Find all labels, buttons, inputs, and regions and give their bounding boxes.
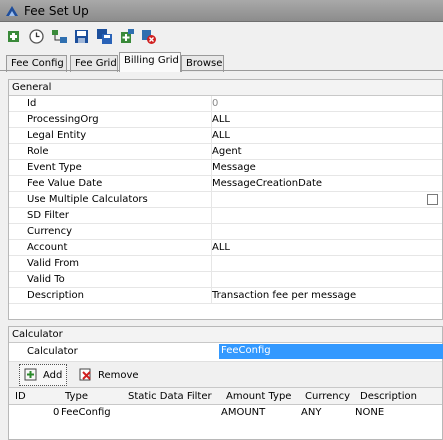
calculator-actions: Add Remove xyxy=(9,361,442,387)
property-value[interactable]: MessageCreationDate xyxy=(212,178,322,189)
clock-icon[interactable] xyxy=(28,28,45,45)
use-multiple-calculators-checkbox[interactable] xyxy=(427,194,438,205)
new-icon[interactable] xyxy=(118,28,135,45)
property-value[interactable]: ALL xyxy=(212,242,230,253)
cell-id: 0 xyxy=(53,407,60,418)
property-row[interactable]: Account ALL xyxy=(9,240,442,256)
property-row[interactable]: Valid To xyxy=(9,272,442,288)
property-value[interactable]: Transaction fee per message xyxy=(212,290,356,301)
property-value[interactable]: ALL xyxy=(212,130,230,141)
tab-billing-grid[interactable]: Billing Grid xyxy=(119,52,181,72)
column-divider xyxy=(211,208,212,224)
property-label: SD Filter xyxy=(27,210,69,221)
save-all-icon[interactable] xyxy=(96,28,113,45)
property-label: Fee Value Date xyxy=(27,178,103,189)
remove-icon xyxy=(79,368,91,381)
title-bar: Fee Set Up xyxy=(0,0,443,22)
property-label: Use Multiple Calculators xyxy=(27,194,148,205)
property-row[interactable]: Legal Entity ALL xyxy=(9,128,442,144)
tree-icon[interactable] xyxy=(51,28,68,45)
property-row[interactable]: Id 0 xyxy=(9,96,442,112)
general-properties: Id 0 ProcessingOrg ALL Legal Entity ALL Role Ag… xyxy=(9,96,442,304)
calculator-panel: Calculator Calculator FeeConfig Add Remo… xyxy=(8,326,443,440)
general-panel: General Id 0 ProcessingOrg ALL Legal Entity A… xyxy=(8,79,443,320)
calculator-row: Calculator FeeConfig xyxy=(9,343,443,361)
tab-divider xyxy=(0,70,443,71)
calculator-label: Calculator xyxy=(27,346,78,357)
column-divider xyxy=(211,256,212,272)
property-label: Currency xyxy=(27,226,73,237)
calculator-select[interactable]: FeeConfig xyxy=(219,344,443,359)
remove-button[interactable]: Remove xyxy=(75,364,143,386)
property-value[interactable]: Agent xyxy=(212,146,242,157)
property-row[interactable]: Role Agent xyxy=(9,144,442,160)
property-row[interactable]: Currency xyxy=(9,224,442,240)
app-icon xyxy=(6,6,18,16)
property-label: ProcessingOrg xyxy=(27,114,99,125)
property-label: Id xyxy=(27,98,37,109)
general-header: General xyxy=(9,80,442,96)
column-header-id[interactable]: ID xyxy=(15,391,26,402)
calculator-header: Calculator xyxy=(9,327,442,343)
toolbar xyxy=(0,23,443,50)
column-divider xyxy=(211,192,212,208)
add-button[interactable]: Add xyxy=(19,364,68,386)
property-row[interactable]: ProcessingOrg ALL xyxy=(9,112,442,128)
column-header-type[interactable]: Type xyxy=(65,391,88,402)
property-row[interactable]: Event Type Message xyxy=(9,160,442,176)
add-label: Add xyxy=(43,369,63,381)
add-icon[interactable] xyxy=(6,28,23,45)
column-divider xyxy=(211,272,212,288)
add-icon xyxy=(24,368,37,381)
property-row[interactable]: Description Transaction fee per message xyxy=(9,288,442,304)
column-header-amount-type[interactable]: Amount Type xyxy=(226,391,291,402)
cell-currency: ANY xyxy=(301,407,322,418)
cell-amount-type: AMOUNT xyxy=(221,407,266,418)
table-row[interactable]: 0 FeeConfig AMOUNT ANY NONE xyxy=(9,405,442,422)
property-value[interactable]: ALL xyxy=(212,114,230,125)
property-row[interactable]: Use Multiple Calculators xyxy=(9,192,442,208)
window-title: Fee Set Up xyxy=(24,4,89,18)
cell-type: FeeConfig xyxy=(61,407,111,418)
property-label: Account xyxy=(27,242,68,253)
cell-description: NONE xyxy=(355,407,385,418)
column-header-description[interactable]: Description xyxy=(360,391,417,402)
column-header-currency[interactable]: Currency xyxy=(305,391,350,402)
save-icon[interactable] xyxy=(73,28,90,45)
property-value[interactable]: 0 xyxy=(212,98,218,109)
property-value[interactable]: Message xyxy=(212,162,256,173)
calculator-grid-header: ID Type Static Data Filter Amount Type C… xyxy=(9,387,442,405)
remove-label: Remove xyxy=(98,369,139,381)
property-label: Valid To xyxy=(27,274,65,285)
delete-icon[interactable] xyxy=(140,28,157,45)
property-label: Role xyxy=(27,146,49,157)
column-divider xyxy=(211,224,212,240)
property-label: Valid From xyxy=(27,258,80,269)
column-header-static-data-filter[interactable]: Static Data Filter xyxy=(128,391,212,402)
property-label: Description xyxy=(27,290,84,301)
property-row[interactable]: Valid From xyxy=(9,256,442,272)
property-label: Event Type xyxy=(27,162,82,173)
property-row[interactable]: SD Filter xyxy=(9,208,442,224)
property-row[interactable]: Fee Value Date MessageCreationDate xyxy=(9,176,442,192)
property-label: Legal Entity xyxy=(27,130,87,141)
